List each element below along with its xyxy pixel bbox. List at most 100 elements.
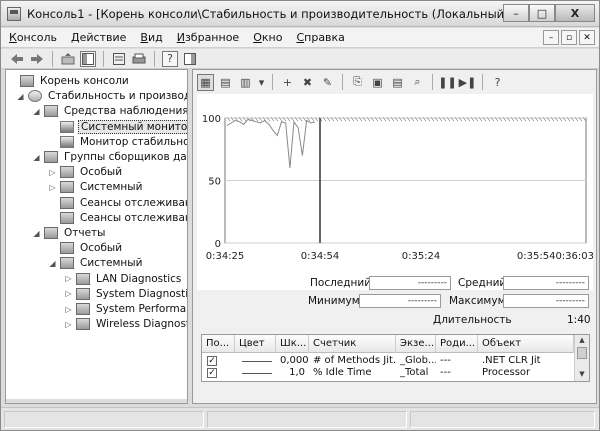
counter-cell: % Idle Time — [313, 367, 372, 378]
back-arrow-icon[interactable] — [9, 51, 25, 67]
paste-counter-list-icon[interactable]: ▣ — [369, 74, 386, 91]
object-cell: Processor — [482, 367, 531, 378]
zoom-icon[interactable]: ⌕ — [409, 74, 426, 91]
table-row[interactable]: ✓ 0,0001 # of Methods Jit... _Glob... --… — [202, 355, 574, 367]
menu-label: ид — [147, 31, 163, 44]
tree-item[interactable]: Монитор стабильности — [48, 134, 187, 150]
print-icon[interactable] — [131, 51, 147, 67]
tree-item[interactable]: ▷ Wireless Diagnostics — [64, 316, 187, 332]
column-header-color[interactable]: Цвет — [235, 335, 276, 353]
update-data-icon[interactable]: ▶❚ — [459, 74, 477, 91]
duration-label: Длительность — [433, 314, 512, 326]
menu-accelerator: И — [176, 31, 185, 44]
monitor-toolbar: ▦ ▤ ▥ ▾ + ✖ ✎ ⎘ ▣ ▤ ⌕ ❚❚ ▶❚? — [197, 72, 506, 92]
column-header-parent[interactable]: Роди... — [436, 335, 478, 353]
tree-expander-icon[interactable]: ▷ — [48, 183, 57, 192]
tree-horizontal-scrollbar[interactable] — [6, 399, 187, 403]
tree-item-label: Системный — [80, 181, 143, 194]
action-pane-icon[interactable] — [182, 51, 198, 67]
tree-item[interactable]: ▷ System Diagnostics — [64, 286, 187, 302]
tree-item[interactable]: Сеансы отслеживания с — [48, 210, 187, 226]
column-header-show[interactable]: По... — [202, 335, 235, 353]
tree-item[interactable]: ◢ Системный — [48, 255, 144, 271]
menu-accelerator: В — [140, 31, 148, 44]
tree-expander-icon[interactable]: ◢ — [16, 92, 25, 101]
tree-item[interactable]: ◢ Средства наблюдения — [32, 103, 187, 119]
menu-item-3[interactable]: Избранное — [170, 31, 246, 44]
show-tree-icon[interactable] — [80, 50, 96, 67]
scroll-thumb[interactable] — [577, 347, 587, 359]
tree-item-label: System Performance — [96, 303, 187, 315]
tree-expander-icon[interactable]: ◢ — [32, 229, 41, 238]
tree-item[interactable]: ▷ Системный — [48, 179, 144, 195]
folder-icon — [76, 303, 90, 315]
menu-item-5[interactable]: Справка — [289, 31, 351, 44]
mdi-close-button[interactable]: ✕ — [579, 30, 595, 45]
tree-expander-icon[interactable]: ◢ — [32, 153, 41, 162]
tree-item[interactable]: Системный монитор — [48, 119, 187, 135]
tree-item[interactable]: ▷ System Performance — [64, 301, 187, 317]
change-graph-type-icon[interactable]: ▥ — [237, 74, 254, 91]
tree-item[interactable]: ▷ LAN Diagnostics — [64, 271, 183, 287]
properties-icon[interactable]: ▤ — [389, 74, 406, 91]
x-tick-label: 0:35:540:36:03 — [517, 251, 593, 262]
tree-expander-icon[interactable]: ◢ — [32, 107, 41, 116]
properties-icon[interactable] — [111, 51, 127, 67]
average-value: --------- — [503, 276, 589, 290]
add-counter-icon[interactable]: + — [279, 74, 296, 91]
tree-expander-icon[interactable]: ◢ — [48, 259, 57, 268]
menu-item-0[interactable]: Консоль — [1, 31, 64, 44]
last-label: Последний — [310, 277, 372, 289]
title-bar[interactable]: Консоль1 - [Корень консоли\Стабильность … — [1, 1, 599, 27]
up-folder-icon[interactable] — [60, 51, 76, 67]
mdi-minimize-button[interactable]: – — [543, 30, 559, 45]
table-vertical-scrollbar[interactable]: ▲ ▼ — [574, 335, 589, 381]
menu-item-4[interactable]: Окно — [246, 31, 289, 44]
forward-arrow-icon[interactable] — [29, 51, 45, 67]
help-icon[interactable]: ? — [489, 74, 506, 91]
tree-item[interactable]: ◢ Группы сборщиков данных — [32, 149, 187, 165]
tree-expander-icon[interactable]: ▷ — [48, 168, 57, 177]
tree-expander-icon[interactable]: ▷ — [64, 289, 73, 298]
mdi-restore-button[interactable]: ▫ — [561, 30, 577, 45]
tree-expander-icon[interactable]: ▷ — [64, 274, 73, 283]
table-row[interactable]: ✓ 1,0 % Idle Time _Total --- Processor — [202, 367, 574, 379]
column-header-scale[interactable]: Шк... — [276, 335, 309, 353]
tree-item[interactable]: ◢ Отчеты — [32, 225, 107, 241]
menu-item-2[interactable]: Вид — [133, 31, 169, 44]
highlight-icon[interactable]: ✎ — [319, 74, 336, 91]
tree-item-label: Отчеты — [64, 227, 106, 239]
tree-expander-icon[interactable]: ▷ — [64, 320, 73, 329]
view-current-activity-icon[interactable]: ▦ — [197, 73, 214, 91]
view-log-data-icon[interactable]: ▤ — [217, 74, 234, 91]
tree-item[interactable]: ◢ Стабильность и производител — [16, 88, 187, 104]
scroll-down-arrow[interactable]: ▼ — [575, 369, 589, 379]
close-button[interactable]: X — [555, 4, 595, 22]
tree-item-label: Группы сборщиков данных — [64, 151, 187, 163]
y-tick-label: 0 — [215, 239, 221, 250]
show-checkbox[interactable]: ✓ — [207, 356, 217, 366]
scroll-up-arrow[interactable]: ▲ — [575, 335, 589, 345]
tree-item[interactable]: Сеансы отслеживания с — [48, 195, 187, 211]
tree-item[interactable]: ▷ Особый — [48, 164, 124, 180]
maximize-button[interactable]: □ — [529, 4, 555, 22]
status-segment — [4, 411, 204, 428]
column-header-counter[interactable]: Счетчик — [309, 335, 396, 353]
minimize-button[interactable]: – — [503, 4, 529, 22]
tree-item-label: Wireless Diagnostics — [96, 318, 187, 331]
column-header-object[interactable]: Объект — [478, 335, 574, 353]
delete-counter-icon[interactable]: ✖ — [299, 74, 316, 91]
copy-properties-icon[interactable]: ⎘ — [349, 74, 366, 91]
dropdown-arrow-icon[interactable]: ▾ — [257, 74, 266, 91]
instance-cell: _Total — [400, 367, 429, 378]
menu-bar: Консоль Действие Вид Избранное Окно Справка –… — [1, 28, 599, 48]
column-header-instance[interactable]: Экзе... — [396, 335, 436, 353]
menu-item-1[interactable]: Действие — [64, 31, 133, 44]
tree-item[interactable]: Корень консоли — [8, 73, 131, 89]
help-icon[interactable]: ? — [162, 50, 178, 67]
show-checkbox[interactable]: ✓ — [207, 368, 217, 378]
tree-item-label: Особый — [80, 166, 123, 179]
tree-item[interactable]: Особый — [48, 240, 124, 256]
freeze-display-icon[interactable]: ❚❚ — [438, 74, 456, 91]
tree-expander-icon[interactable]: ▷ — [64, 305, 73, 314]
